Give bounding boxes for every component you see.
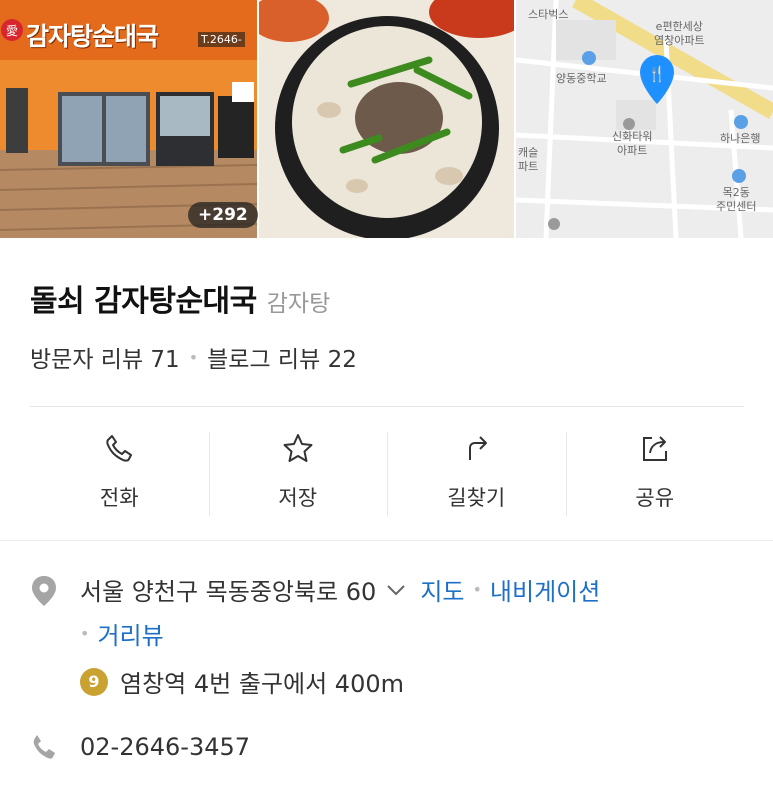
location-pin-icon	[32, 576, 56, 606]
map-label-apt2: 신화타워 아파트	[612, 130, 653, 157]
call-label: 전화	[99, 486, 139, 510]
soup-illustration	[259, 0, 514, 238]
street-view-link[interactable]: 거리뷰	[97, 616, 163, 651]
action-bar: 전화 저장 길찾기 공유	[30, 430, 744, 518]
review-counts: 방문자 리뷰 71 • 블로그 리뷰 22	[30, 340, 357, 374]
chevron-down-icon[interactable]	[386, 584, 406, 596]
directions-button[interactable]: 길찾기	[387, 430, 566, 518]
map-thumbnail[interactable]: 🍴 스타벅스 e편한세상 염창아파트 양동중학교 신화타워 아파트 하나은행 목…	[516, 0, 773, 238]
share-label: 공유	[635, 486, 675, 510]
place-category: 감자탕	[266, 291, 331, 317]
place-title-row: 돌쇠 감자탕순대국 감자탕	[30, 276, 330, 320]
map-link[interactable]: 지도	[420, 572, 464, 607]
phone-icon	[33, 735, 55, 759]
share-button[interactable]: 공유	[565, 430, 745, 518]
place-name: 돌쇠 감자탕순대국	[30, 284, 257, 319]
phone-section: 02-2646-3457	[30, 733, 250, 761]
separator-dot: •	[472, 580, 482, 599]
save-label: 저장	[278, 486, 318, 510]
subway-info: 9 염창역 4번 출구에서 400m	[80, 664, 404, 699]
storefront-sign-text: 감자탕순대국	[26, 22, 159, 51]
map-label-school: 양동중학교	[556, 72, 607, 85]
star-icon	[283, 434, 313, 462]
map-label-office: 목2동 주민센터	[716, 186, 757, 213]
call-button[interactable]: 전화	[30, 430, 209, 518]
blog-review-link[interactable]: 블로그 리뷰 22	[207, 340, 357, 374]
map-label-starbucks: 스타벅스	[528, 8, 569, 21]
directions-label: 길찾기	[447, 486, 506, 510]
share-icon	[642, 436, 667, 461]
map-label-bank: 하나은행	[720, 132, 761, 145]
storefront-phone-text: T.2646-	[198, 32, 245, 47]
photo-strip: 愛 감자탕순대국 T.2646- 🍴 스타벅스 e편한세상 염창아파트 양동중학…	[0, 0, 773, 238]
visitor-review-link[interactable]: 방문자 리뷰 71	[30, 340, 180, 374]
address-line-2: • 거리뷰	[80, 616, 164, 651]
svg-text:🍴: 🍴	[648, 65, 667, 83]
section-divider	[0, 540, 773, 541]
phone-number[interactable]: 02-2646-3457	[80, 733, 250, 761]
address-text: 서울 양천구 목동중앙북로 60	[80, 578, 377, 606]
save-button[interactable]: 저장	[208, 430, 388, 518]
more-photos-badge[interactable]: +292	[188, 202, 258, 228]
food-photo[interactable]	[259, 0, 514, 238]
address-line: 서울 양천구 목동중앙북로 60 지도 • 내비게이션	[80, 572, 600, 607]
subway-line-badge: 9	[80, 667, 108, 696]
divider	[30, 406, 744, 407]
phone-icon	[106, 435, 133, 462]
separator-dot: •	[188, 347, 199, 367]
svg-text:愛: 愛	[6, 24, 18, 38]
subway-text: 염창역 4번 출구에서 400m	[120, 670, 404, 698]
map-label-apt1: e편한세상 염창아파트	[654, 20, 705, 47]
separator-dot: •	[80, 624, 90, 643]
map-label-left: 캐슬 파트	[518, 146, 539, 173]
navigation-link[interactable]: 내비게이션	[490, 572, 600, 607]
directions-icon	[469, 436, 488, 460]
